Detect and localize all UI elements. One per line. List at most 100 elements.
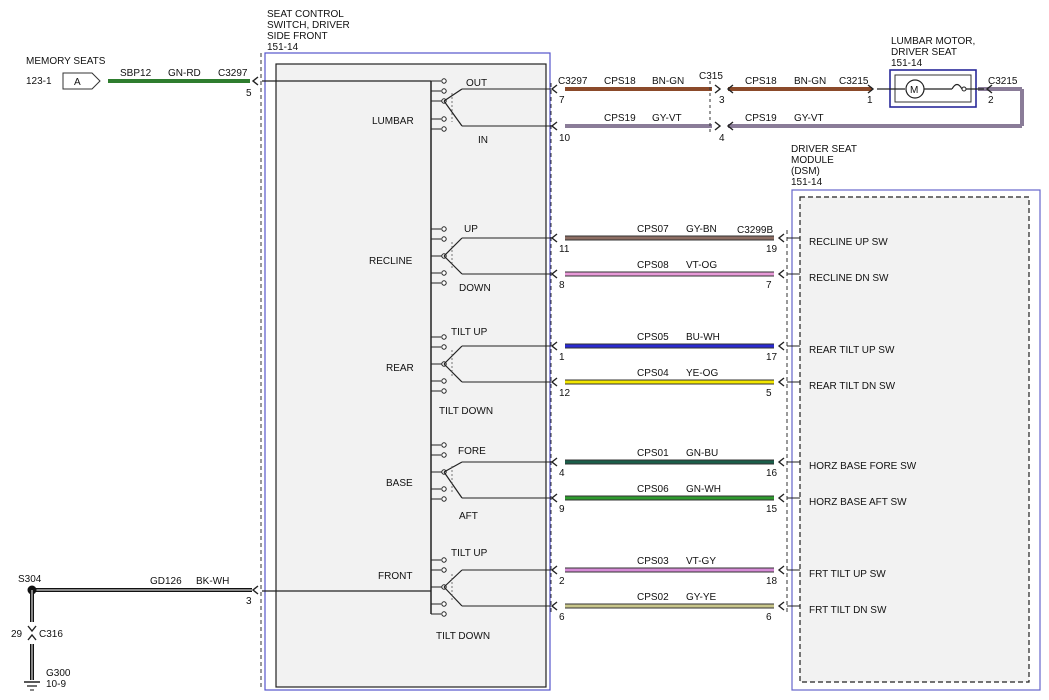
dsm-title-1: DRIVER SEAT xyxy=(791,144,857,155)
out-circuit: CPS18 xyxy=(604,76,636,87)
connector-chevron xyxy=(777,565,785,575)
dsm-title-3: (DSM) xyxy=(791,166,820,177)
connector-chevron xyxy=(777,601,785,611)
g300-ref: 10-9 xyxy=(46,679,66,690)
switch-ref: 151-14 xyxy=(267,42,299,53)
splice-label: S304 xyxy=(18,574,42,585)
switch-contact xyxy=(441,334,447,340)
memory-seats-reference: MEMORY SEATS 123-1 A SBP12 GN-RD C3297 5 xyxy=(26,56,259,99)
circuit-color-code: VT-GY xyxy=(686,556,716,567)
dsm-signal-label: REAR TILT DN SW xyxy=(809,381,896,392)
wire-sbp12-circuit: SBP12 xyxy=(120,68,152,79)
lumbar-position-a: OUT xyxy=(466,78,487,89)
circuit-id: CPS03 xyxy=(637,556,669,567)
circuit-id: CPS06 xyxy=(637,484,669,495)
c315-pin-4: 4 xyxy=(719,133,725,144)
rear-position-a: TILT UP xyxy=(451,327,488,338)
dsm-signal-label: FRT TILT UP SW xyxy=(809,569,886,580)
circuit-id: CPS01 xyxy=(637,448,669,459)
right-pin: 7 xyxy=(766,280,772,291)
connector-chevron xyxy=(777,377,785,387)
wire-sbp12-pin: 5 xyxy=(246,88,252,99)
out-connector: C3297 xyxy=(558,76,588,87)
wire-sbp12-connector: C3297 xyxy=(218,68,248,79)
connector-chevron xyxy=(550,233,558,243)
in-circuit-b: CPS19 xyxy=(745,113,777,124)
base-position-a: FORE xyxy=(458,446,486,457)
left-pin: 12 xyxy=(559,388,571,399)
gd126-circuit: GD126 xyxy=(150,576,182,587)
switch-contact xyxy=(441,344,447,350)
connector-chevron xyxy=(550,341,558,351)
motor-pin-in: 1 xyxy=(867,95,873,106)
out-color: BN-GN xyxy=(652,76,684,87)
connector-arrow-tag[interactable] xyxy=(62,72,101,90)
c316-pin: 29 xyxy=(11,629,23,640)
switch-inner-body xyxy=(275,63,547,688)
in-circuit: CPS19 xyxy=(604,113,636,124)
switch-contact xyxy=(441,88,447,94)
switch-contact xyxy=(441,388,447,394)
circuit-color-code: GN-BU xyxy=(686,448,718,459)
switch-contact xyxy=(441,378,447,384)
motor-pin-out: 2 xyxy=(988,95,994,106)
dsm-signal-label: RECLINE UP SW xyxy=(809,237,888,248)
right-pin: 19 xyxy=(766,244,778,255)
connector-chevron xyxy=(714,84,722,94)
circuit-color-code: YE-OG xyxy=(686,368,718,379)
dsm-ref: 151-14 xyxy=(791,177,823,188)
right-pin: 16 xyxy=(766,468,778,479)
base-position-b: AFT xyxy=(459,511,478,522)
switch-contact xyxy=(441,611,447,617)
switch-contact xyxy=(441,442,447,448)
connector-chevron xyxy=(550,457,558,467)
left-pin: 4 xyxy=(559,468,565,479)
switch-contact xyxy=(441,567,447,573)
wiring-diagram: MEMORY SEATS 123-1 A SBP12 GN-RD C3297 5… xyxy=(11,9,1041,691)
motor-title-2: DRIVER SEAT xyxy=(891,47,957,58)
connector-chevron xyxy=(27,625,37,633)
left-pin: 8 xyxy=(559,280,565,291)
left-pin: 2 xyxy=(559,576,565,587)
dsm-signal-label: HORZ BASE AFT SW xyxy=(809,497,907,508)
seat-control-switch: SEAT CONTROL SWITCH, DRIVER SIDE FRONT 1… xyxy=(260,9,552,691)
circuit-id: CPS05 xyxy=(637,332,669,343)
gd126-color: BK-WH xyxy=(196,576,229,587)
motor-connector: C3215 xyxy=(988,76,1018,87)
gd126-pin: 3 xyxy=(246,596,252,607)
switch-contact xyxy=(441,226,447,232)
connector-chevron xyxy=(550,269,558,279)
right-pin: 6 xyxy=(766,612,772,623)
connector-chevron xyxy=(777,457,785,467)
circuit-id: CPS07 xyxy=(637,224,669,235)
in-pin: 10 xyxy=(559,133,571,144)
out-circuit-b: CPS18 xyxy=(745,76,777,87)
switch-contact xyxy=(441,116,447,122)
lumbar-position-b: IN xyxy=(478,135,488,146)
connector-chevron xyxy=(550,121,558,131)
g300-label: G300 xyxy=(46,668,71,679)
circuit-color-code: GY-BN xyxy=(686,224,717,235)
connector-chevron xyxy=(777,341,785,351)
circuit-color-code: BU-WH xyxy=(686,332,720,343)
memory-seats-title: MEMORY SEATS xyxy=(26,56,106,67)
front-position-a: TILT UP xyxy=(451,548,488,559)
lumbar-motor: LUMBAR MOTOR, DRIVER SEAT 151-14 M 1 2 C… xyxy=(867,36,1018,108)
connector-arrow-letter: A xyxy=(74,77,81,88)
recline-position-b: DOWN xyxy=(459,283,491,294)
switch-contact xyxy=(441,280,447,286)
recline-label: RECLINE xyxy=(369,256,413,267)
connector-chevron xyxy=(550,84,558,94)
dsm-signal-label: RECLINE DN SW xyxy=(809,273,889,284)
in-color-b: GY-VT xyxy=(794,113,824,124)
front-label: FRONT xyxy=(378,571,412,582)
motor-title-1: LUMBAR MOTOR, xyxy=(891,36,975,47)
switch-title-1: SEAT CONTROL xyxy=(267,9,344,20)
rear-label: REAR xyxy=(386,363,414,374)
c3215-label-left: C3215 xyxy=(839,76,869,87)
wire-sbp12-color: GN-RD xyxy=(168,68,201,79)
switch-contact xyxy=(441,78,447,84)
switch-contact xyxy=(441,270,447,276)
connector-chevron xyxy=(251,76,259,86)
switch-contact xyxy=(441,496,447,502)
